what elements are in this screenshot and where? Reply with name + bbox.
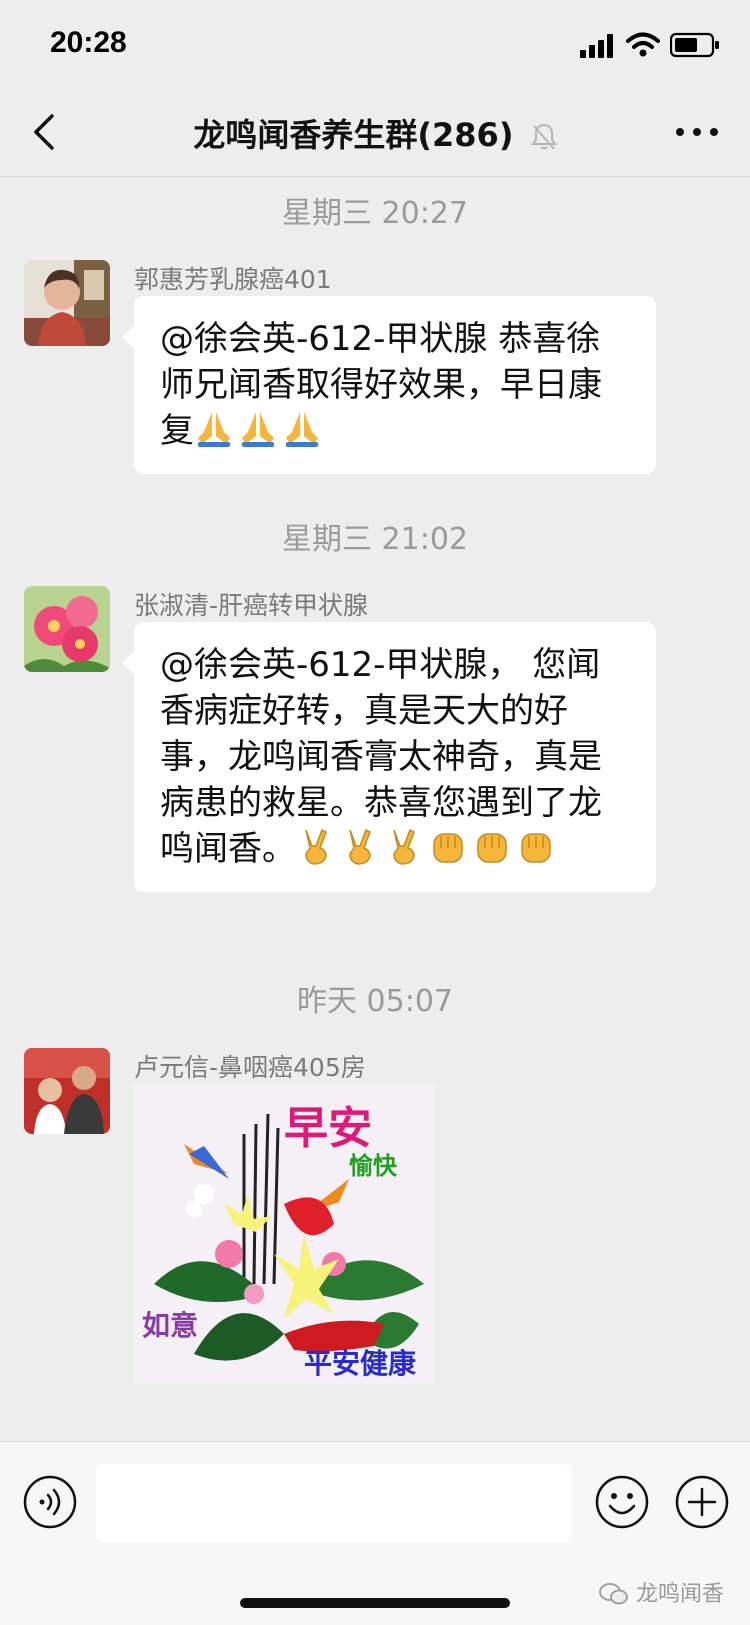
home-indicator[interactable] bbox=[240, 1598, 510, 1608]
chevron-left-icon[interactable] bbox=[24, 110, 68, 154]
plus-icon[interactable] bbox=[674, 1474, 730, 1530]
wechat-icon bbox=[599, 1583, 628, 1605]
message-item: 张淑清-肝癌转甲状腺 @徐会英-612-甲状腺， 您闻香病症好转，真是天大的好事… bbox=[24, 586, 724, 926]
chat-area[interactable]: 星期三 20:27 郭惠芳乳腺癌401 @徐会英-612-甲状腺 恭喜徐师兄闻香… bbox=[0, 176, 750, 1441]
image-caption-bottom: 平安健康 bbox=[304, 1347, 417, 1380]
timestamp: 星期三 21:02 bbox=[282, 522, 468, 557]
status-time: 20:28 bbox=[50, 26, 127, 59]
message-input[interactable] bbox=[96, 1464, 572, 1542]
watermark: 龙鸣闻香 bbox=[599, 1576, 724, 1608]
victory-hand-icon bbox=[393, 828, 415, 865]
status-icons bbox=[580, 30, 720, 60]
message-item: 郭惠芳乳腺癌401 @徐会英-612-甲状腺 恭喜徐师兄闻香取得好效果，早日康复 bbox=[24, 260, 724, 480]
more-dots-icon[interactable] bbox=[672, 112, 722, 152]
message-bubble[interactable]: @徐会英-612-甲状腺 恭喜徐师兄闻香取得好效果，早日康复 bbox=[122, 296, 656, 474]
sender-name: 郭惠芳乳腺癌401 bbox=[134, 265, 332, 294]
folded-hands-icon bbox=[286, 412, 318, 447]
voice-icon[interactable] bbox=[22, 1474, 78, 1530]
message-item: 卢元信-鼻咽癌405房 早安 愉快 如意 平安健康 bbox=[24, 1048, 724, 1388]
avatar[interactable] bbox=[24, 586, 110, 672]
emoji-group bbox=[194, 411, 326, 451]
chat-header: 龙鸣闻香养生群(286) bbox=[0, 90, 750, 177]
avatar[interactable] bbox=[24, 1048, 110, 1134]
folded-hands-icon bbox=[198, 412, 230, 447]
victory-hand-icon bbox=[349, 828, 371, 865]
battery-icon bbox=[670, 32, 719, 58]
image-caption-left: 如意 bbox=[142, 1309, 199, 1342]
chat-title-container: 龙鸣闻香养生群(286) bbox=[120, 110, 630, 156]
sender-name: 张淑清-肝癌转甲状腺 bbox=[134, 591, 369, 620]
message-bubble[interactable]: @徐会英-612-甲状腺， 您闻香病症好转，真是天大的好事，龙鸣闻香膏太神奇，真… bbox=[122, 622, 656, 892]
victory-hand-icon bbox=[305, 828, 327, 865]
image-caption-subtitle: 愉快 bbox=[349, 1152, 397, 1180]
avatar[interactable] bbox=[24, 260, 110, 346]
emoji-group bbox=[296, 828, 560, 869]
fist-icon bbox=[433, 833, 463, 863]
smiley-icon[interactable] bbox=[594, 1474, 650, 1530]
cellular-signal-icon bbox=[580, 34, 613, 58]
image-message[interactable]: 早安 愉快 如意 平安健康 bbox=[134, 1084, 434, 1384]
folded-hands-icon bbox=[242, 412, 274, 447]
chat-title: 龙鸣闻香养生群(286) bbox=[193, 116, 514, 154]
wifi-icon bbox=[626, 32, 660, 57]
fist-icon bbox=[521, 833, 551, 863]
sender-name: 卢元信-鼻咽癌405房 bbox=[134, 1053, 366, 1082]
bell-muted-icon bbox=[530, 123, 557, 150]
timestamp: 昨天 05:07 bbox=[297, 984, 453, 1019]
timestamp: 星期三 20:27 bbox=[282, 196, 468, 231]
status-bar: 20:28 bbox=[0, 0, 750, 90]
watermark-text: 龙鸣闻香 bbox=[635, 1582, 724, 1607]
fist-icon bbox=[477, 833, 507, 863]
